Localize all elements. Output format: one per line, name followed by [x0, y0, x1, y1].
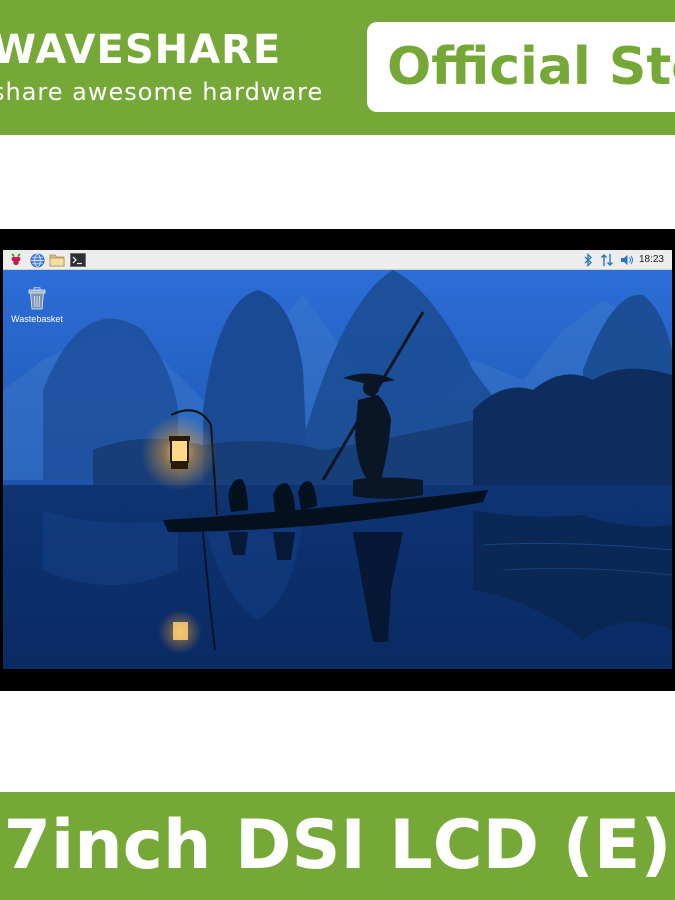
wastebasket-label: Wastebasket — [11, 314, 63, 324]
bottom-banner: 7inch DSI LCD (E) — [0, 792, 675, 900]
brand-logo: WAVESHARE share awesome hardware — [0, 26, 323, 106]
wastebasket-desktop-icon[interactable]: Wastebasket — [9, 287, 65, 324]
brand-tagline: share awesome hardware — [0, 78, 324, 106]
desktop-wallpaper — [3, 270, 672, 669]
terminal-icon[interactable] — [70, 252, 86, 268]
file-manager-icon[interactable] — [49, 252, 65, 268]
volume-icon[interactable] — [619, 252, 635, 268]
top-banner: WAVESHARE share awesome hardware Officia… — [0, 0, 675, 135]
network-icon[interactable] — [599, 252, 615, 268]
wastebasket-icon — [28, 287, 46, 310]
bluetooth-icon[interactable] — [580, 252, 596, 268]
official-store-badge: Official Sto — [367, 22, 675, 112]
product-title: 7inch DSI LCD (E) — [3, 806, 672, 885]
raspberry-menu-icon[interactable] — [8, 252, 24, 268]
desktop-display: 18:23 Wastebasket — [3, 250, 672, 669]
official-store-label: Official Sto — [387, 37, 675, 97]
lcd-screen: 18:23 Wastebasket — [0, 229, 675, 691]
taskbar: 18:23 — [3, 250, 672, 270]
taskbar-clock[interactable]: 18:23 — [639, 253, 664, 267]
brand-name: WAVESHARE — [0, 27, 282, 73]
web-browser-icon[interactable] — [29, 252, 45, 268]
